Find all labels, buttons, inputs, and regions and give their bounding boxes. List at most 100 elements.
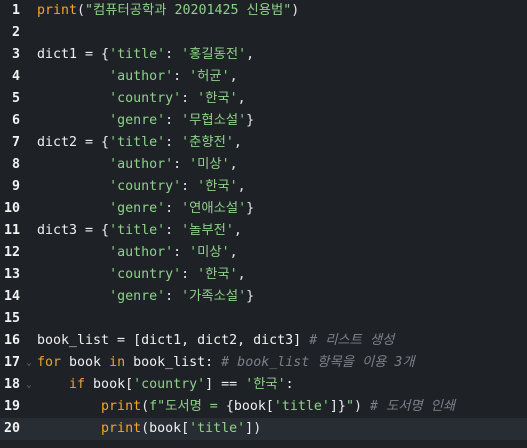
code-token: '놀부전': [181, 223, 234, 238]
code-line[interactable]: 17 ⌄ for book in book_list: # book_list 항목…: [0, 352, 527, 374]
code-token: (: [77, 3, 86, 18]
code-token: 'author': [109, 245, 174, 260]
code-text: 'author': '허균',: [37, 66, 238, 88]
code-token: print: [101, 399, 142, 414]
code-line[interactable]: 2: [0, 22, 527, 44]
code-token: f"도서명 =: [149, 399, 226, 414]
code-text: book_list = [dict1, dict2, dict3] # 리스트 …: [37, 330, 394, 352]
code-line[interactable]: 8 'author': '미상',: [0, 154, 527, 176]
code-token: '한국': [197, 91, 238, 106]
code-token: ,: [229, 245, 238, 260]
code-text: 'genre': '연애소설'}: [37, 198, 254, 220]
code-token: :: [285, 377, 294, 392]
code-token: :: [165, 201, 182, 216]
code-line[interactable]: 20 print(book['title']): [0, 418, 527, 440]
line-number: 3: [11, 47, 20, 62]
code-token: :: [181, 179, 198, 194]
code-token: 'country': [109, 91, 182, 106]
code-token: # 도서명 인쇄: [369, 399, 456, 414]
line-number: 19: [3, 399, 20, 414]
code-text: 'genre': '가족소설'}: [37, 286, 254, 308]
code-token: {book[: [225, 399, 274, 414]
code-token: ): [253, 421, 262, 436]
code-editor[interactable]: 1 print("컴퓨터공학과 20201425 신용범") 2 3 dict1 = {…: [0, 0, 527, 448]
code-token: '무협소설': [181, 113, 247, 128]
code-token: :: [165, 113, 182, 128]
code-text: 'author': '미상',: [37, 242, 238, 264]
code-line[interactable]: 10 'genre': '연애소설'}: [0, 198, 527, 220]
code-token: "컴퓨터공학과 20201425 신용범": [85, 3, 292, 18]
code-token: 'title': [109, 47, 166, 62]
code-line[interactable]: 3 dict1 = {'title': '홍길동전',: [0, 44, 527, 66]
code-line[interactable]: 1 print("컴퓨터공학과 20201425 신용범"): [0, 0, 527, 22]
code-token: '미상': [189, 245, 230, 260]
code-token: book_list = [dict1, dict2, dict3]: [37, 333, 310, 348]
code-token: 'title': [109, 135, 166, 150]
code-token: '한국': [245, 377, 286, 392]
code-token: '미상': [189, 157, 230, 172]
code-text: print("컴퓨터공학과 20201425 신용범"): [37, 0, 299, 22]
code-text: dict3 = {'title': '놀부전',: [37, 220, 242, 242]
code-line[interactable]: 16 book_list = [dict1, dict2, dict3] # 리스…: [0, 330, 527, 352]
code-token: 'title': [273, 399, 330, 414]
code-token: ] ==: [205, 377, 246, 392]
code-token: :: [165, 47, 182, 62]
code-token: dict3 = {: [37, 223, 110, 238]
code-text: print(book['title']): [37, 418, 261, 440]
code-line[interactable]: 5 'country': '한국',: [0, 88, 527, 110]
code-token: (: [141, 399, 150, 414]
code-line[interactable]: 4 'author': '허균',: [0, 66, 527, 88]
code-token: }: [246, 113, 255, 128]
code-text: dict2 = {'title': '춘향전',: [37, 132, 242, 154]
code-text: 'genre': '무협소설'}: [37, 110, 254, 132]
code-line[interactable]: 19 print(f"도서명 = {book['title']}") # 도서명…: [0, 396, 527, 418]
code-line[interactable]: 13 'country': '한국',: [0, 264, 527, 286]
code-line[interactable]: 7 dict2 = {'title': '춘향전',: [0, 132, 527, 154]
code-line[interactable]: 11 dict3 = {'title': '놀부전',: [0, 220, 527, 242]
code-token: in: [109, 355, 126, 370]
code-line[interactable]: 12 'author': '미상',: [0, 242, 527, 264]
code-token: 'country': [109, 179, 182, 194]
code-token: }: [246, 201, 255, 216]
chevron-down-icon[interactable]: ⌄: [25, 352, 33, 374]
code-token: ]}: [329, 399, 346, 414]
code-token: 'genre': [109, 113, 166, 128]
code-token: :: [173, 157, 190, 172]
code-line[interactable]: 9 'country': '한국',: [0, 176, 527, 198]
code-token: ]: [245, 421, 254, 436]
code-token: book_list:: [125, 355, 222, 370]
code-token: :: [181, 91, 198, 106]
code-token: 'title': [189, 421, 246, 436]
line-number: 4: [11, 69, 20, 84]
code-token: ,: [233, 223, 242, 238]
code-line[interactable]: 14 'genre': '가족소설'}: [0, 286, 527, 308]
code-text: if book['country'] == '한국':: [37, 374, 294, 396]
code-text: 'country': '한국',: [37, 176, 246, 198]
code-token: print: [37, 3, 78, 18]
code-token: dict2 = {: [37, 135, 110, 150]
line-number: 12: [3, 245, 20, 260]
code-token: '가족소설': [181, 289, 247, 304]
line-number: 2: [11, 25, 20, 40]
code-token: 'genre': [109, 201, 166, 216]
code-token: '춘향전': [181, 135, 234, 150]
code-token: :: [181, 267, 198, 282]
code-token: 'author': [109, 157, 174, 172]
code-token: ,: [237, 91, 246, 106]
code-token: book[: [85, 377, 134, 392]
code-token: :: [173, 69, 190, 84]
chevron-down-icon[interactable]: ⌄: [25, 374, 33, 396]
code-line[interactable]: 18 ⌄ if book['country'] == '한국':: [0, 374, 527, 396]
code-token: ): [353, 399, 370, 414]
code-token: 'author': [109, 69, 174, 84]
line-number: 5: [11, 91, 20, 106]
code-token: 'title': [109, 223, 166, 238]
code-line[interactable]: 6 'genre': '무협소설'}: [0, 110, 527, 132]
code-line[interactable]: 15: [0, 308, 527, 330]
code-text: for book in book_list: # book_list 항목을 이…: [37, 352, 415, 374]
